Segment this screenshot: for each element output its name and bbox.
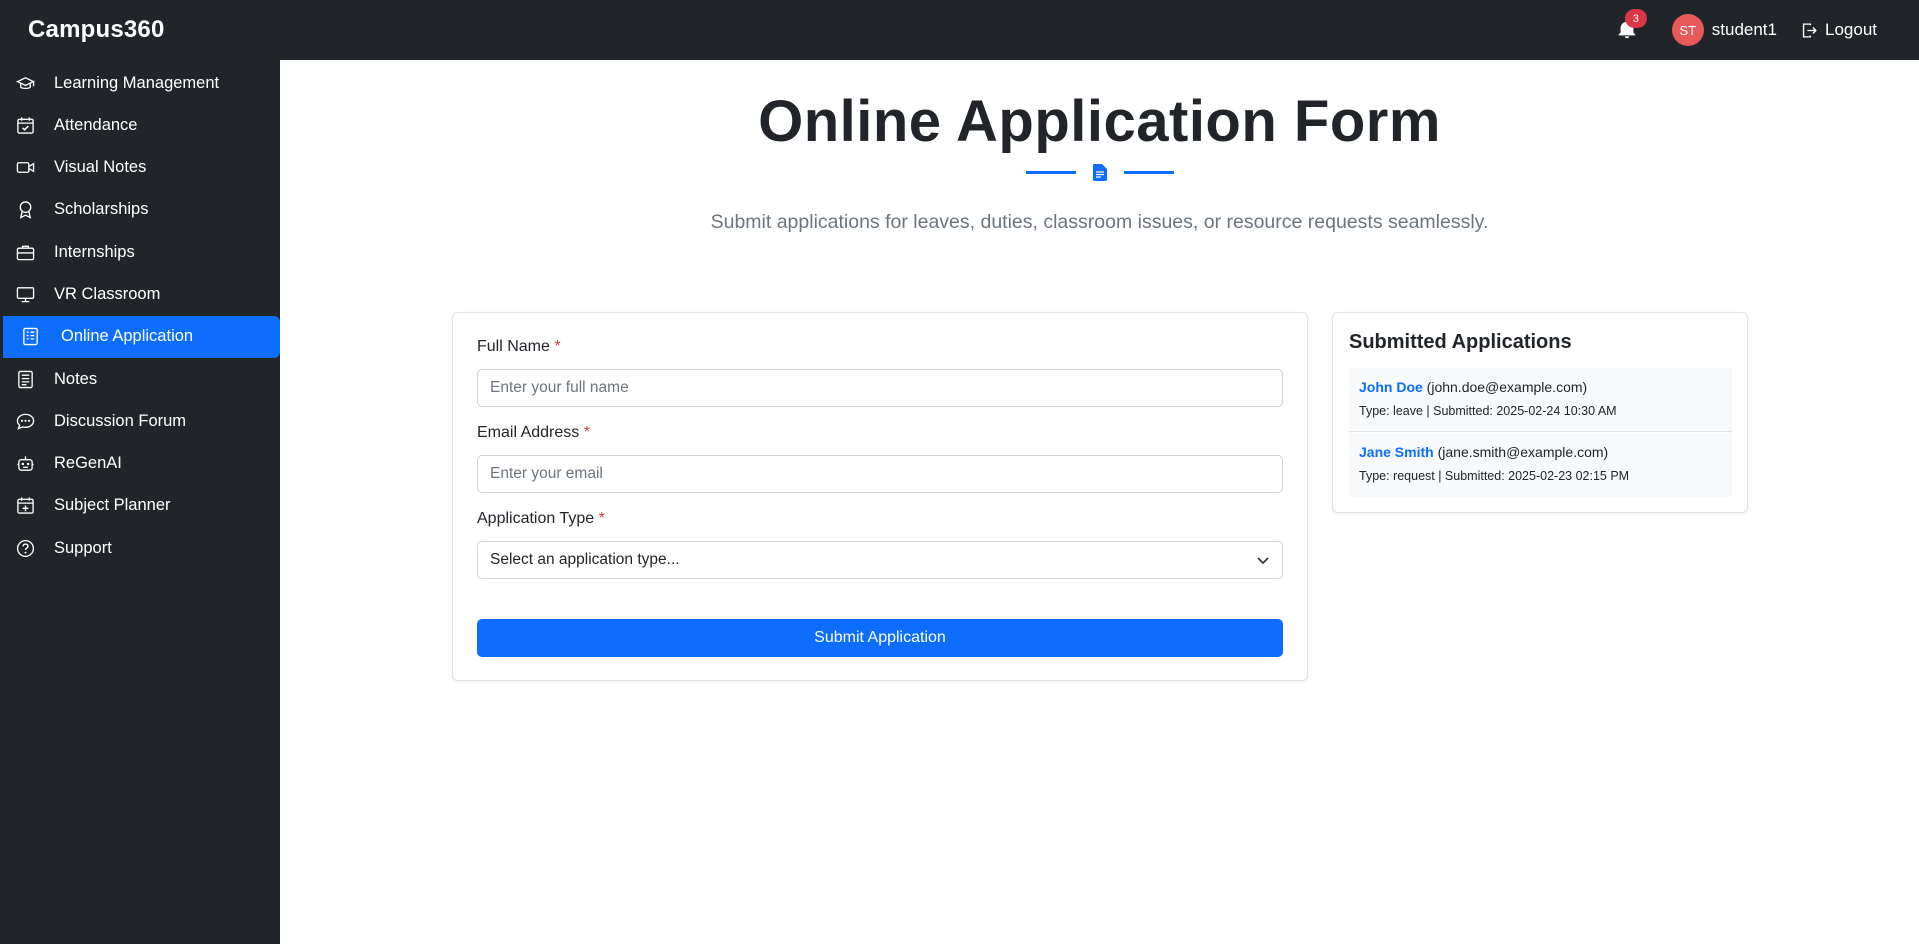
- sidebar-item-notes[interactable]: Notes: [0, 358, 280, 400]
- video-camera-icon: [15, 158, 35, 178]
- list-item[interactable]: Jane Smith (jane.smith@example.com) Type…: [1349, 433, 1732, 497]
- sidebar: Learning Management Attendance Visual No…: [0, 60, 280, 944]
- briefcase-icon: [15, 242, 35, 262]
- sidebar-item-label: Visual Notes: [54, 158, 147, 177]
- main-content: Online Application Form Submit applicati…: [280, 60, 1919, 944]
- brand-logo[interactable]: Campus360: [28, 16, 165, 44]
- applicant-name: Jane Smith: [1359, 444, 1434, 460]
- sidebar-item-label: Online Application: [61, 327, 194, 346]
- sidebar-item-support[interactable]: Support: [0, 527, 280, 569]
- full-name-label: Full Name *: [477, 338, 561, 356]
- application-meta: Type: request | Submitted: 2025-02-23 02…: [1359, 469, 1630, 483]
- sidebar-item-learning-management[interactable]: Learning Management: [0, 62, 280, 104]
- full-name-label-text: Full Name: [477, 338, 550, 355]
- submit-application-button[interactable]: Submit Application: [477, 619, 1283, 657]
- sidebar-item-label: Internships: [54, 242, 135, 261]
- applicant-name: John Doe: [1359, 379, 1423, 395]
- chevron-down-icon: [1257, 557, 1269, 565]
- logout-icon: [1802, 22, 1817, 38]
- sidebar-item-label: Notes: [54, 369, 98, 388]
- divider-line-right: [1124, 170, 1174, 174]
- avatar[interactable]: ST: [1671, 14, 1704, 46]
- chat-dots-icon: [15, 411, 35, 431]
- sidebar-item-label: Subject Planner: [54, 496, 171, 515]
- email-label: Email Address *: [477, 424, 590, 442]
- logout-label: Logout: [1825, 20, 1877, 39]
- sidebar-item-label: Attendance: [54, 115, 138, 134]
- required-asterisk: *: [598, 510, 605, 527]
- list-item[interactable]: John Doe (john.doe@example.com) Type: le…: [1349, 368, 1732, 432]
- application-type-selected: Select an application type...: [490, 551, 680, 568]
- email-label-text: Email Address: [477, 424, 580, 441]
- sidebar-item-label: VR Classroom: [54, 284, 161, 303]
- divider-line-left: [1026, 170, 1076, 174]
- username[interactable]: student1: [1712, 20, 1777, 40]
- applicant-line: Jane Smith (jane.smith@example.com): [1359, 444, 1722, 460]
- sidebar-item-attendance[interactable]: Attendance: [0, 104, 280, 146]
- sidebar-item-label: Scholarships: [54, 200, 149, 219]
- calendar-check-icon: [15, 115, 35, 135]
- applicant-email: (john.doe@example.com): [1426, 379, 1588, 395]
- robot-icon: [15, 454, 35, 474]
- monitor-icon: [15, 284, 35, 304]
- application-type-label: Application Type *: [477, 510, 605, 528]
- full-name-input[interactable]: [477, 369, 1283, 407]
- logout-button[interactable]: Logout: [1801, 20, 1877, 40]
- sidebar-item-label: Learning Management: [54, 73, 220, 92]
- required-asterisk: *: [554, 338, 561, 355]
- sidebar-item-subject-planner[interactable]: Subject Planner: [0, 485, 280, 527]
- award-icon: [15, 200, 35, 220]
- page-subtitle: Submit applications for leaves, duties, …: [710, 211, 1489, 233]
- top-navbar: Campus360 3 ST student1 Logout: [0, 0, 1919, 60]
- question-circle-icon: [15, 538, 35, 558]
- sidebar-item-internships[interactable]: Internships: [0, 231, 280, 273]
- email-input[interactable]: [477, 455, 1283, 493]
- sidebar-item-discussion-forum[interactable]: Discussion Forum: [0, 400, 280, 442]
- application-meta: Type: leave | Submitted: 2025-02-24 10:3…: [1359, 404, 1617, 418]
- sidebar-item-label: Support: [54, 538, 112, 557]
- application-type-select[interactable]: Select an application type...: [477, 541, 1283, 579]
- application-type-label-text: Application Type: [477, 510, 595, 527]
- calendar-plus-icon: [15, 496, 35, 516]
- graduation-cap-icon: [15, 73, 35, 93]
- sidebar-item-label: Discussion Forum: [54, 411, 187, 430]
- applicant-email: (jane.smith@example.com): [1437, 444, 1609, 460]
- notifications-button[interactable]: 3: [1616, 9, 1647, 42]
- document-text-icon: [20, 327, 40, 347]
- title-divider: [1026, 162, 1174, 182]
- applicant-line: John Doe (john.doe@example.com): [1359, 379, 1722, 395]
- submitted-applications-title: Submitted Applications: [1349, 331, 1572, 353]
- sidebar-item-visual-notes[interactable]: Visual Notes: [0, 147, 280, 189]
- required-asterisk: *: [583, 424, 590, 441]
- sidebar-item-online-application[interactable]: Online Application: [3, 315, 280, 358]
- sidebar-item-scholarships[interactable]: Scholarships: [0, 189, 280, 231]
- sidebar-item-regenai[interactable]: ReGenAI: [0, 443, 280, 485]
- file-text-icon: [1093, 163, 1107, 181]
- application-form-card: Full Name * Email Address * Application …: [452, 312, 1308, 681]
- notes-icon: [15, 369, 35, 389]
- navbar-user-area: 3 ST student1 Logout: [1616, 0, 1877, 60]
- notification-count-badge: 3: [1624, 9, 1647, 28]
- sidebar-item-label: ReGenAI: [54, 454, 122, 473]
- page-title: Online Application Form: [758, 89, 1441, 154]
- submitted-applications-card: Submitted Applications John Doe (john.do…: [1332, 312, 1748, 513]
- sidebar-item-vr-classroom[interactable]: VR Classroom: [0, 273, 280, 315]
